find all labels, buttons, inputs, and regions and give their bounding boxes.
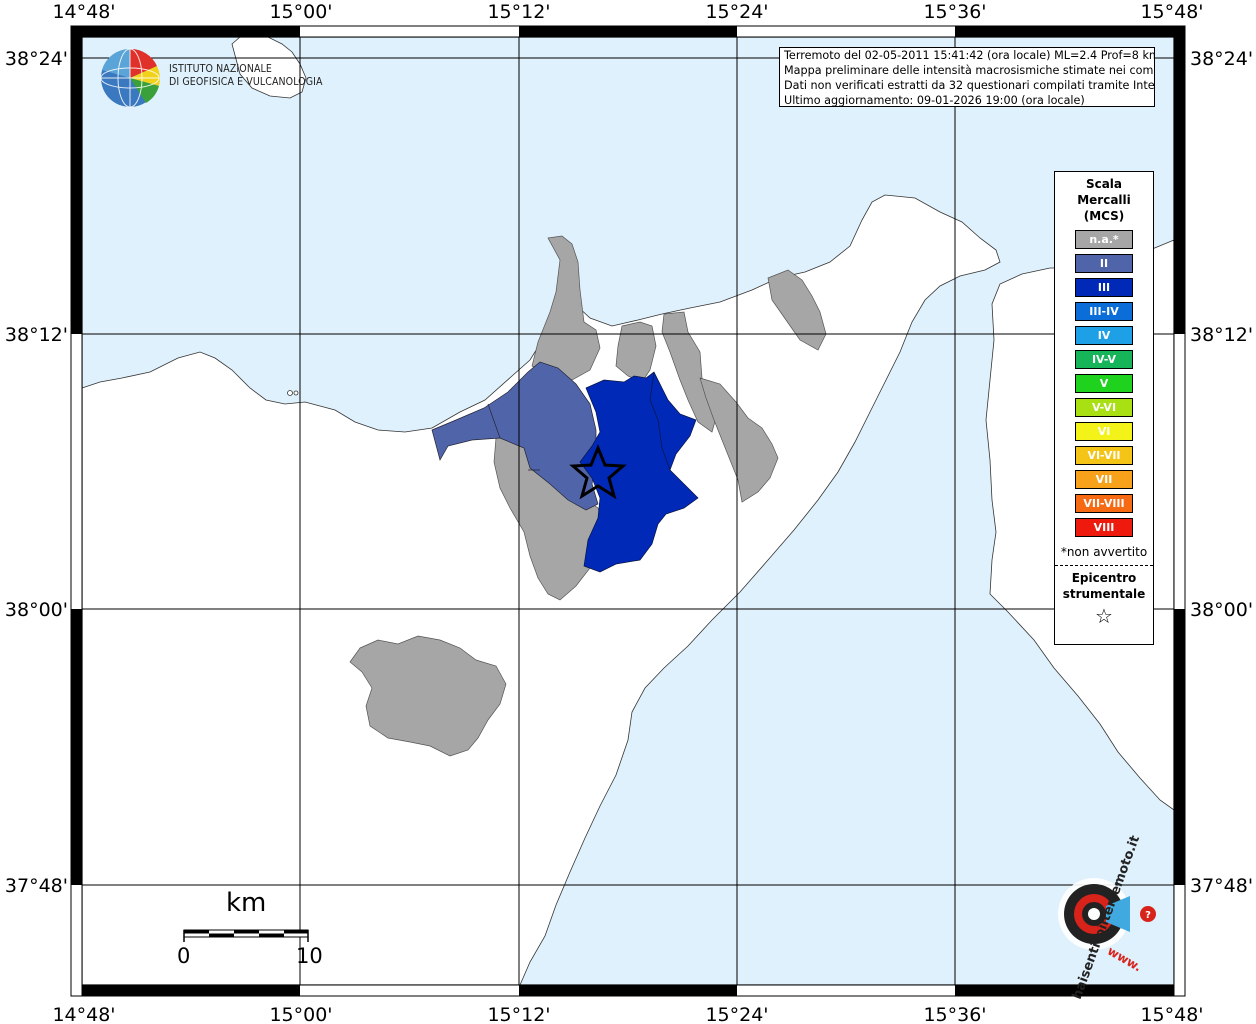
lon-labels-top: 14°48' 15°00' 15°12' 15°24' 15°36' 15°48… <box>52 1 1203 23</box>
legend-item: IV <box>1075 326 1133 345</box>
legend-items: n.a.* II III III-IV IV IV-V V V-VI VI VI-VII VII VI… <box>1055 230 1153 537</box>
legend-item: VI <box>1075 422 1133 441</box>
intensity-legend: Scala Mercalli (MCS) n.a.* II III III-IV IV I… <box>1054 171 1154 645</box>
legend-item: II <box>1075 254 1133 273</box>
lat-label: 38°00' <box>5 599 68 621</box>
lat-label: 37°48' <box>1190 875 1253 897</box>
lon-label: 14°48' <box>52 1004 115 1024</box>
ingv-logo <box>100 48 160 108</box>
legend-item: IV-V <box>1075 350 1133 369</box>
info-line: Terremoto del 02-05-2011 15:41:42 (ora l… <box>784 49 1155 62</box>
lat-label: 38°00' <box>1190 599 1253 621</box>
info-line: Mappa preliminare delle intensità macros… <box>784 64 1155 77</box>
legend-title-line: Scala <box>1085 177 1123 191</box>
lon-label: 15°36' <box>923 1 986 23</box>
legend-title-line: Mercalli <box>1077 193 1131 207</box>
info-line: Ultimo aggiornamento: 09-01-2026 19:00 (… <box>784 94 1085 107</box>
lat-label: 38°12' <box>5 324 68 346</box>
legend-epicenter-line: Epicentro <box>1071 571 1137 585</box>
lon-label: 15°00' <box>269 1004 332 1024</box>
scale-unit: km <box>226 888 267 918</box>
lon-labels-bottom: 14°48' 15°00' 15°12' 15°24' 15°36' 15°48… <box>52 1004 1203 1024</box>
legend-item: VIII <box>1075 518 1133 537</box>
legend-item: n.a.* <box>1075 230 1133 249</box>
islet <box>287 390 293 396</box>
legend-epicenter-label: Epicentro strumentale <box>1055 570 1153 602</box>
institute-name: ISTITUTO NAZIONALE DI GEOFISICA E VULCAN… <box>169 63 323 89</box>
lon-label: 15°48' <box>1140 1004 1203 1024</box>
legend-title-line: (MCS) <box>1083 209 1125 223</box>
lat-labels-left: 38°24' 38°12' 38°00' 37°48' <box>5 48 68 897</box>
lat-label: 38°24' <box>5 48 68 70</box>
legend-note: *non avvertito <box>1060 545 1148 559</box>
lat-label: 38°12' <box>1190 324 1253 346</box>
lon-label: 15°48' <box>1140 1 1203 23</box>
legend-item: III <box>1075 278 1133 297</box>
lat-label: 38°24' <box>1190 48 1253 70</box>
legend-item: III-IV <box>1075 302 1133 321</box>
legend-item: VII-VIII <box>1075 494 1133 513</box>
scale-start: 0 <box>177 944 191 968</box>
lon-label: 14°48' <box>52 1 115 23</box>
lon-label: 15°24' <box>705 1 768 23</box>
info-line: Dati non verificati estratti da 32 quest… <box>784 79 1155 92</box>
event-info-box: Terremoto del 02-05-2011 15:41:42 (ora l… <box>779 47 1155 107</box>
institute-name-line1: ISTITUTO NAZIONALE <box>169 63 272 75</box>
legend-separator <box>1055 565 1153 566</box>
lon-label: 15°00' <box>269 1 332 23</box>
legend-item: V-VI <box>1075 398 1133 417</box>
star-icon: ☆ <box>1095 604 1113 628</box>
lat-labels-right: 38°24' 38°12' 38°00' 37°48' <box>1190 48 1253 897</box>
lon-label: 15°12' <box>487 1 550 23</box>
legend-item: V <box>1075 374 1133 393</box>
lon-label: 15°24' <box>705 1004 768 1024</box>
institute-name-line2: DI GEOFISICA E VULCANOLOGIA <box>169 76 323 88</box>
svg-text:?: ? <box>1145 910 1151 921</box>
lat-label: 37°48' <box>5 875 68 897</box>
islet <box>293 390 299 396</box>
legend-title: Scala Mercalli (MCS) <box>1055 176 1153 224</box>
lon-label: 15°36' <box>923 1004 986 1024</box>
legend-item: VII <box>1075 470 1133 489</box>
lon-label: 15°12' <box>487 1004 550 1024</box>
scale-end: 10 <box>296 944 323 968</box>
legend-item: VI-VII <box>1075 446 1133 465</box>
legend-epicenter-line: strumentale <box>1062 587 1146 601</box>
